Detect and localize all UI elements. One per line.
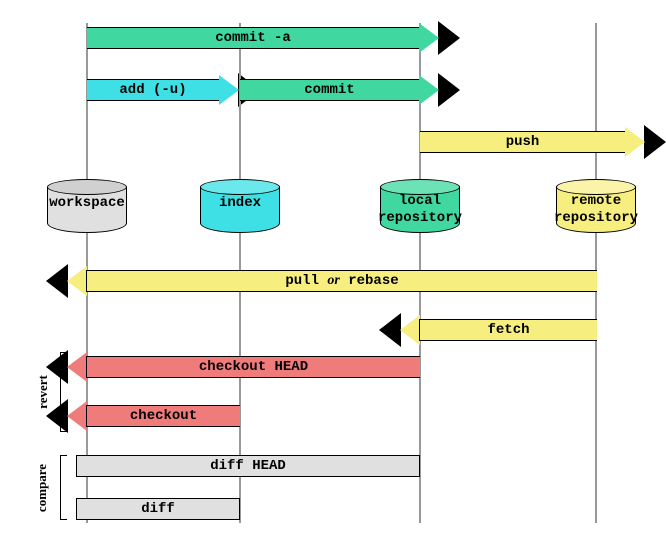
- arrow-head-icon: [219, 75, 239, 105]
- text-italic: or: [327, 273, 339, 288]
- arrow-head-icon: [67, 401, 87, 431]
- arrow-add-u: add (-u): [87, 75, 239, 105]
- arrow-checkout: checkout: [67, 401, 240, 431]
- arrow-head-icon: [400, 315, 420, 345]
- text: pull: [285, 273, 327, 289]
- arrow-label: checkout: [86, 405, 240, 427]
- arrow-label: fetch: [419, 319, 597, 341]
- bracket-compare: [60, 455, 67, 520]
- arrow-label: add (-u): [87, 79, 220, 101]
- cylinder-index: index: [200, 179, 280, 233]
- bracket-revert: [60, 352, 67, 432]
- side-label-compare: compare: [34, 464, 50, 512]
- arrow-push: push: [420, 127, 645, 157]
- arrow-checkout-head: checkout HEAD: [67, 352, 420, 382]
- side-label-revert: revert: [35, 375, 51, 409]
- bar-diff: diff: [76, 498, 240, 520]
- cylinder-remote-repository: remote repository: [556, 179, 636, 233]
- bar-diff-head: diff HEAD: [76, 455, 420, 477]
- arrow-fetch: fetch: [400, 315, 597, 345]
- arrow-label: pull or rebase: [86, 270, 597, 292]
- arrow-head-icon: [67, 352, 87, 382]
- arrow-head-icon: [67, 266, 87, 296]
- arrow-commit: commit: [240, 75, 439, 105]
- arrow-head-icon: [625, 127, 645, 157]
- cylinder-local-repository: local repository: [380, 179, 460, 233]
- text: rebase: [340, 273, 399, 289]
- arrow-label: checkout HEAD: [86, 356, 420, 378]
- arrow-label: commit: [240, 79, 420, 101]
- cylinder-label: remote repository: [551, 193, 641, 227]
- arrow-head-icon: [419, 75, 439, 105]
- cylinder-label: local repository: [375, 193, 465, 227]
- git-data-transport-diagram: commit -a add (-u) commit push workspace…: [0, 0, 666, 550]
- arrow-pull-or-rebase: pull or rebase: [67, 266, 597, 296]
- arrow-label: commit -a: [87, 27, 420, 49]
- cylinder-label: index: [195, 195, 285, 212]
- arrow-label: push: [420, 131, 626, 153]
- cylinder-label: workspace: [42, 195, 132, 212]
- arrow-commit-a: commit -a: [87, 23, 439, 53]
- arrow-head-icon: [419, 23, 439, 53]
- cylinder-workspace: workspace: [47, 179, 127, 233]
